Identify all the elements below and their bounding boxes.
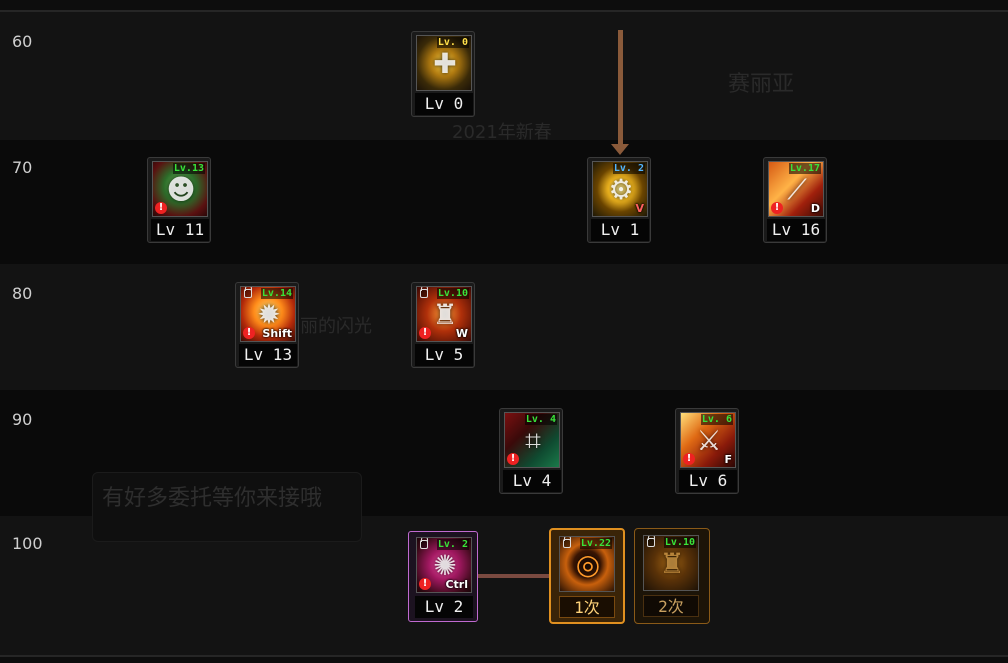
warning-icon: ! (771, 202, 783, 214)
gear-icon: ⚙ Lv. 2 V (592, 161, 648, 217)
skill-level-badge: Lv. 6 (700, 414, 733, 425)
skill-level-label: Lv 13 (239, 344, 297, 366)
skill-tree: 赛丽亚 2021年新春 丽的闪光 有好多委托等你来接哦 60 70 80 90 … (0, 0, 1008, 663)
skill-level-label: Lv 0 (415, 93, 473, 115)
top-divider (0, 10, 1008, 12)
skill-level-badge: Lv.14 (260, 288, 293, 299)
warning-icon: ! (419, 578, 431, 590)
skill-level-badge: Lv.10 (663, 537, 696, 548)
bg-mid-text: 丽的闪光 (300, 316, 372, 337)
green-mask-icon: ☻ Lv.13 ! (152, 161, 208, 217)
lock-icon (420, 287, 428, 298)
awakening-skill-slot-1[interactable]: ◎ Lv.22 1次 (549, 528, 625, 624)
golden-cross-icon: ✚ Lv. 0 (416, 35, 472, 91)
hotkey-label: F (724, 453, 732, 466)
explosion-icon: ✹ Lv.14 ! Shift (240, 286, 296, 342)
hotkey-label: Ctrl (445, 578, 468, 591)
skill-level-badge: Lv. 2 (612, 163, 645, 174)
awakening-ring-icon: ◎ Lv.22 (559, 536, 615, 592)
mech-glyph-icon: ♜ (659, 547, 685, 580)
skill-slot[interactable]: ⚔ Lv. 6 ! F Lv 6 (675, 408, 739, 494)
skill-level-badge: Lv.13 (172, 163, 205, 174)
row-level-label: 60 (12, 32, 33, 51)
warning-icon: ! (419, 327, 431, 339)
skill-level-badge: Lv.17 (788, 163, 821, 174)
lock-icon (647, 536, 655, 547)
skill-slot[interactable]: ♜ Lv.10 ! W Lv 5 (411, 282, 475, 368)
lock-icon (563, 537, 571, 548)
hotkey-label: Shift (262, 327, 292, 340)
lock-icon (420, 538, 428, 549)
skill-slot[interactable]: ⚙ Lv. 2 V Lv 1 (587, 157, 651, 243)
skill-slot[interactable]: ✹ Lv.14 ! Shift Lv 13 (235, 282, 299, 368)
circuit-icon: ⌗ Lv. 4 ! (504, 412, 560, 468)
warning-icon: ! (507, 453, 519, 465)
row-level-label: 80 (12, 284, 33, 303)
hotkey-label: V (635, 202, 644, 215)
skill-slot[interactable]: ✚ Lv. 0 Lv 0 (411, 31, 475, 117)
skill-level-label: 1次 (559, 596, 615, 618)
bg-banner-text: 2021年新春 (452, 122, 552, 143)
awakening-connector (477, 574, 551, 578)
prerequisite-arrow (618, 30, 623, 148)
skill-slot[interactable]: ✺ Lv. 2 ! Ctrl Lv 2 (408, 531, 478, 622)
skill-level-badge: Lv.22 (579, 538, 612, 549)
skill-level-label: Lv 16 (767, 219, 825, 241)
bg-name-text: 赛丽亚 (728, 72, 795, 97)
row-level-label: 70 (12, 158, 33, 177)
skill-level-label: Lv 4 (503, 470, 561, 492)
magenta-burst-icon: ✺ Lv. 2 ! Ctrl (416, 537, 472, 593)
cannon-icon: ⟋ Lv.17 ! D (768, 161, 824, 217)
warning-icon: ! (155, 202, 167, 214)
skill-slot[interactable]: ☻ Lv.13 ! Lv 11 (147, 157, 211, 243)
bg-bubble-text: 有好多委托等你来接哦 (102, 486, 323, 511)
row-level-label: 100 (12, 534, 43, 553)
skill-level-badge: Lv. 4 (524, 414, 557, 425)
row-level-label: 90 (12, 410, 33, 429)
skill-level-badge: Lv. 2 (436, 539, 469, 550)
cross-glyph-icon: ✚ (433, 47, 457, 80)
skill-level-label: Lv 2 (415, 596, 473, 618)
skill-level-badge: Lv. 0 (436, 37, 469, 48)
ring-glyph-icon: ◎ (575, 548, 601, 581)
skill-level-label: Lv 1 (591, 219, 649, 241)
skill-level-label: Lv 11 (151, 219, 209, 241)
flame-mech-icon: ♜ Lv.10 ! W (416, 286, 472, 342)
row-band-80 (0, 264, 1008, 390)
lock-icon (244, 287, 252, 298)
bottom-divider (0, 655, 1008, 657)
skill-slot[interactable]: ⌗ Lv. 4 ! Lv 4 (499, 408, 563, 494)
blade-icon: ⚔ Lv. 6 ! F (680, 412, 736, 468)
warning-icon: ! (683, 453, 695, 465)
skill-slot[interactable]: ⟋ Lv.17 ! D Lv 16 (763, 157, 827, 243)
hotkey-label: D (810, 202, 820, 215)
skill-level-label: Lv 6 (679, 470, 737, 492)
skill-level-label: Lv 5 (415, 344, 473, 366)
awakening-skill-slot-2[interactable]: ♜ Lv.10 2次 (634, 528, 710, 624)
skill-level-badge: Lv.10 (436, 288, 469, 299)
dark-mech-icon: ♜ Lv.10 (643, 535, 699, 591)
warning-icon: ! (243, 327, 255, 339)
arrow-head-icon (611, 144, 629, 155)
skill-level-label: 2次 (643, 595, 699, 617)
hotkey-label: W (455, 327, 468, 340)
